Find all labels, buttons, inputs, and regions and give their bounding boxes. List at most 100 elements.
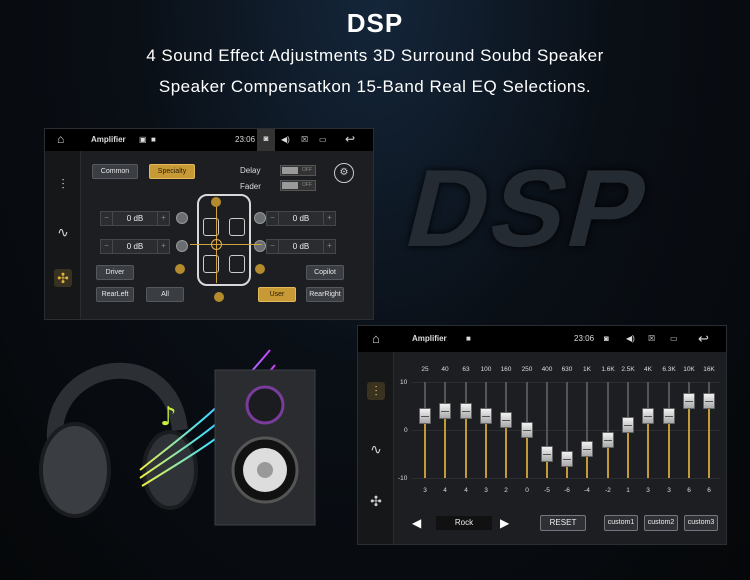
speaker-icon	[176, 240, 188, 252]
eq-band-value: 1	[626, 487, 630, 494]
eq-band-value: -5	[544, 487, 550, 494]
eq-band-knob[interactable]	[581, 441, 593, 457]
seat-front-right	[229, 218, 245, 236]
mode-common-button[interactable]: Common	[92, 164, 138, 179]
fader-up-arrow-icon[interactable]	[211, 197, 221, 207]
rearright-button[interactable]: RearRight	[306, 287, 344, 302]
waveform-icon[interactable]: ∿	[367, 440, 385, 458]
eq-band-fill	[444, 411, 446, 478]
recent-apps-icon[interactable]: ▭	[319, 135, 327, 144]
home-icon[interactable]: ⌂	[57, 132, 64, 146]
eq-band-value: 6	[687, 487, 691, 494]
eq-band-knob[interactable]	[622, 417, 634, 433]
eq-band-knob[interactable]	[703, 393, 715, 409]
fader-toggle[interactable]: OFF	[280, 180, 316, 191]
eq-band-frequency: 4K	[644, 366, 652, 373]
preset-next-arrow-icon[interactable]: ▶	[500, 516, 509, 530]
rear-right-db-stepper[interactable]: −0 dB +	[266, 239, 336, 254]
eq-band-value: 6	[707, 487, 711, 494]
eq-band-frequency: 100	[480, 366, 492, 373]
eq-band-fill	[424, 416, 426, 478]
fader-down-arrow-icon[interactable]	[214, 292, 224, 302]
front-left-db-stepper[interactable]: −0 dB +	[100, 211, 170, 226]
svg-text:♪: ♪	[160, 402, 177, 432]
back-icon[interactable]: ↩	[698, 331, 709, 347]
clock-time: 23:06	[574, 334, 595, 343]
close-window-icon[interactable]: ☒	[301, 135, 308, 144]
rearleft-button[interactable]: RearLeft	[96, 287, 134, 302]
db-value: 0 dB	[126, 242, 144, 251]
sound-field-icon[interactable]: ✣	[367, 492, 385, 510]
eq-band-knob[interactable]	[683, 393, 695, 409]
front-right-db-stepper[interactable]: −0 dB +	[266, 211, 336, 226]
lock-icon: ■	[151, 135, 156, 144]
eq-band-knob[interactable]	[460, 403, 472, 419]
db-value: 0 dB	[292, 214, 310, 223]
preset-prev-arrow-icon[interactable]: ◀	[412, 516, 421, 530]
eq-band-knob[interactable]	[419, 408, 431, 424]
eq-band-frequency: 63	[462, 366, 470, 373]
sidebar: ⫶ ∿ ✣	[358, 352, 394, 544]
balance-point[interactable]	[211, 239, 222, 250]
recent-apps-icon[interactable]: ▭	[670, 334, 678, 343]
y-label-bottom: -10	[398, 475, 408, 482]
eq-band-frequency: 630	[561, 366, 573, 373]
delay-toggle[interactable]: OFF	[280, 165, 316, 176]
back-icon[interactable]: ↩	[345, 132, 355, 146]
eq-band-value: 2	[504, 487, 508, 494]
eq-band-value: -6	[564, 487, 570, 494]
eq-band-knob[interactable]	[561, 451, 573, 467]
equalizer-panel: ⌂ Amplifier ■ 23:06 ◙ ◀) ☒ ▭ ↩ ⫶ ∿ ✣	[357, 325, 727, 545]
sidebar: ⫶ ∿ ✣	[45, 151, 81, 319]
lock-icon: ■	[466, 334, 471, 343]
eq-band-knob[interactable]	[541, 446, 553, 462]
volume-icon[interactable]: ◀)	[281, 135, 290, 144]
balance-right-arrow-icon[interactable]	[255, 264, 265, 274]
y-label-mid: 0	[404, 427, 408, 434]
user-button[interactable]: User	[258, 287, 296, 302]
sound-field-icon[interactable]: ✣	[54, 269, 72, 287]
speaker-settings-icon[interactable]: ⚙	[334, 163, 354, 183]
eq-band-knob[interactable]	[521, 422, 533, 438]
camera-icon[interactable]: ◙	[257, 129, 275, 151]
eq-band-fill	[688, 401, 690, 478]
eq-band-knob[interactable]	[480, 408, 492, 424]
eq-band-knob[interactable]	[602, 432, 614, 448]
camera-icon[interactable]: ◙	[604, 334, 609, 343]
eq-band-value: 4	[443, 487, 447, 494]
rear-left-db-stepper[interactable]: −0 dB +	[100, 239, 170, 254]
mode-specialty-button[interactable]: Specialty	[149, 164, 195, 179]
equalizer-sliders-icon[interactable]: ⫶	[367, 382, 385, 400]
balance-crosshair-h	[190, 244, 262, 245]
custom1-button[interactable]: custom1	[604, 515, 638, 531]
headline: DSP	[346, 8, 404, 38]
balance-left-arrow-icon[interactable]	[175, 264, 185, 274]
eq-band-knob[interactable]	[439, 403, 451, 419]
eq-band-knob[interactable]	[642, 408, 654, 424]
eq-band-frequency: 2.5K	[621, 366, 635, 373]
custom2-button[interactable]: custom2	[644, 515, 678, 531]
eq-band-knob[interactable]	[663, 408, 675, 424]
custom3-button[interactable]: custom3	[684, 515, 718, 531]
all-button[interactable]: All	[146, 287, 184, 302]
driver-button[interactable]: Driver	[96, 265, 134, 280]
fader-label: Fader	[240, 182, 261, 191]
eq-band-frequency: 40	[441, 366, 449, 373]
eq-band-frequency: 16K	[703, 366, 715, 373]
close-window-icon[interactable]: ☒	[648, 334, 655, 343]
eq-band-fill	[465, 411, 467, 478]
waveform-icon[interactable]: ∿	[54, 223, 72, 241]
reset-button[interactable]: RESET	[540, 515, 586, 531]
eq-band-value: 3	[484, 487, 488, 494]
delay-label: Delay	[240, 166, 261, 175]
eq-band-knob[interactable]	[500, 412, 512, 428]
eq-band-frequency: 10K	[683, 366, 695, 373]
eq-band-fill	[647, 416, 649, 478]
eq-band-frequency: 25	[421, 366, 429, 373]
home-icon[interactable]: ⌂	[372, 331, 380, 346]
copilot-button[interactable]: Copilot	[306, 265, 344, 280]
gridline	[412, 478, 720, 479]
volume-icon[interactable]: ◀)	[626, 334, 635, 343]
eq-band-value: 3	[423, 487, 427, 494]
equalizer-sliders-icon[interactable]: ⫶	[54, 175, 72, 193]
